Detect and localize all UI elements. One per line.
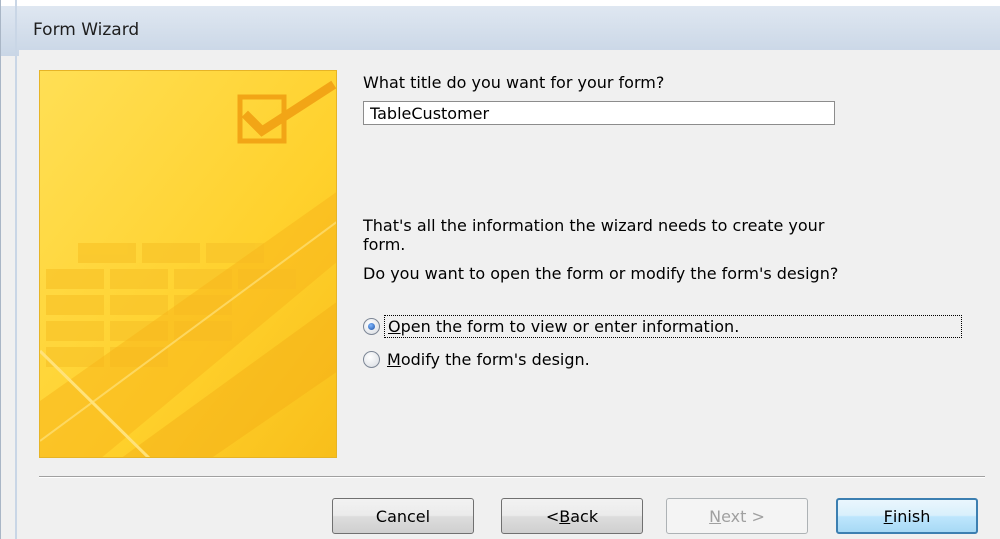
title-bar[interactable]: Form Wizard (1, 0, 1000, 56)
finish-button[interactable]: Finish (836, 498, 978, 534)
modify-design-label[interactable]: Modify the form's design. (384, 349, 593, 370)
info-text-line1: That's all the information the wizard ne… (363, 216, 825, 235)
modify-design-radio[interactable] (363, 350, 380, 368)
open-form-option[interactable]: Open the form to view or enter informati… (363, 313, 977, 339)
open-or-modify-question: Do you want to open the form or modify t… (363, 264, 839, 283)
checkbox-table-icon (40, 71, 336, 457)
cancel-button[interactable]: Cancel (332, 498, 474, 534)
open-form-label[interactable]: Open the form to view or enter informati… (384, 314, 962, 338)
window-title: Form Wizard (33, 20, 140, 40)
modify-design-option[interactable]: Modify the form's design. (363, 346, 977, 372)
info-text-line2: form. (363, 235, 406, 254)
wizard-illustration (39, 70, 337, 458)
back-button[interactable]: < Back (501, 498, 643, 534)
title-prompt-label: What title do you want for your form? (363, 73, 665, 92)
form-wizard-window: Form Wizard What title do you want for y… (0, 0, 1000, 539)
next-button[interactable]: Next > (666, 498, 808, 534)
open-form-radio[interactable] (363, 317, 380, 335)
button-separator (39, 476, 985, 478)
form-title-input[interactable] (363, 101, 835, 125)
window-frame (15, 0, 17, 539)
